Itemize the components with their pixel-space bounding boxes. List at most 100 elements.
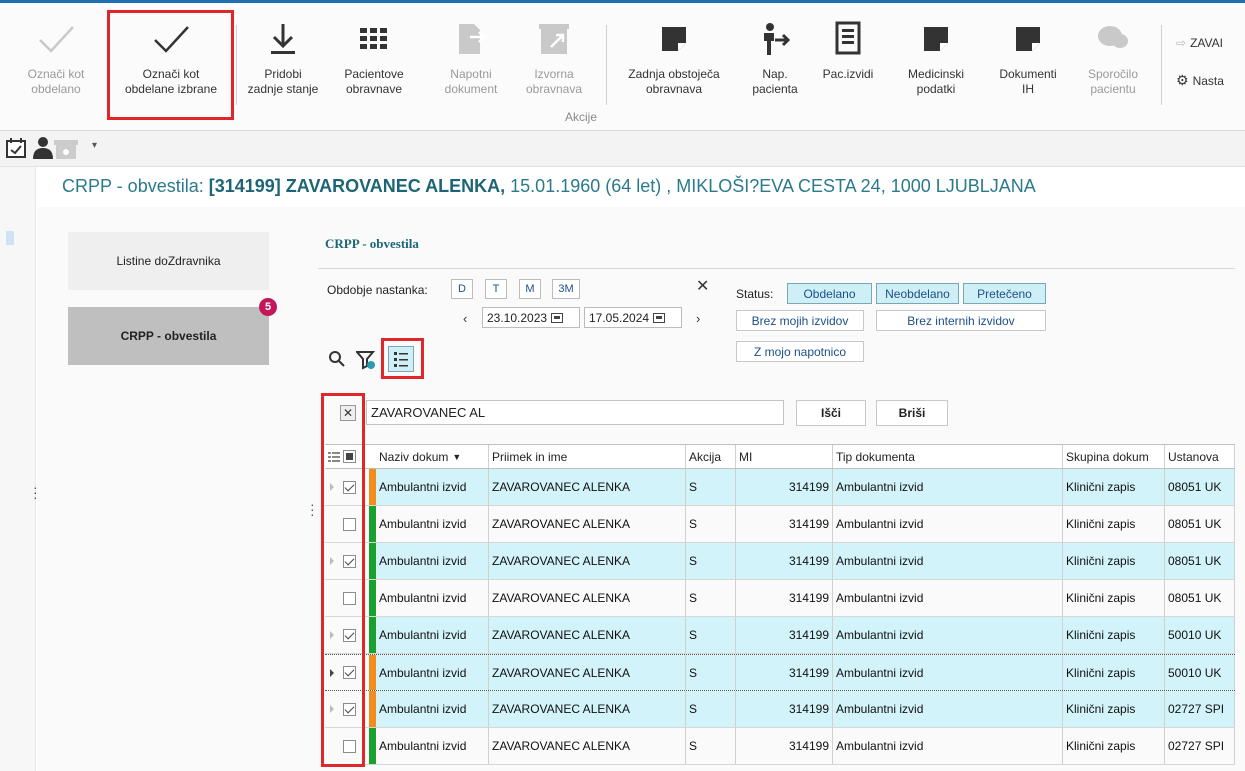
archive-icon[interactable] [54,138,78,163]
with-my-referral-button[interactable]: Z mojo napotnico [736,341,864,362]
table-row[interactable]: Ambulantni izvid ZAVAROVANEC ALENKA S 31419… [325,580,1235,617]
status-button-unprocessed[interactable]: Neobdelano [876,283,959,304]
ribbon-settings-item[interactable]: ⚙ Nasta [1176,72,1224,89]
without-my-reports-button[interactable]: Brez mojih izvidov [736,310,864,331]
patient-reports-button[interactable]: Pac.izvidi [812,17,884,121]
referral-document-label: Napotni dokument [444,67,498,96]
column-header-skupina[interactable]: Skupina dokum [1063,445,1165,468]
person-icon[interactable] [32,136,54,163]
status-button-processed[interactable]: Obdelano [787,283,872,304]
dropdown-icon[interactable]: ▾ [92,140,97,151]
last-existing-treatment-button[interactable]: Zadnja obstoječa obravnava [612,17,736,121]
cell-mi: 314199 [736,617,833,653]
cell-akcija: S [686,691,736,727]
patient-treatments-button[interactable]: Pacientove obravnave [334,17,414,121]
cell-ime: ZAVAROVANEC ALENKA [489,655,686,690]
column-header-ustanova[interactable]: Ustanova [1165,445,1235,468]
report-icon [835,17,861,61]
chevron-left-icon[interactable]: ‹ [463,311,467,326]
cell-ustanova: 50010 UK [1165,655,1235,690]
date-to-field[interactable]: 17.05.2024 [584,307,682,328]
ih-documents-button[interactable]: Dokumenti IH [988,17,1068,121]
cell-tip: Ambulantni izvid [833,506,1063,542]
referral-document-button[interactable]: Napotni dokument [436,17,506,121]
patient-reports-label: Pac.izvidi [822,67,874,81]
ih-documents-label: Dokumenti IH [999,67,1057,96]
table-row[interactable]: Ambulantni izvid ZAVAROVANEC ALENKA S 31419… [325,469,1235,506]
search-input[interactable] [366,400,784,425]
without-internal-reports-button[interactable]: Brez internih izvidov [876,310,1046,331]
calendar-icon[interactable] [551,312,564,323]
quick-access-bar: ▾ [0,131,1245,167]
cell-ime: ZAVAROVANEC ALENKA [489,469,686,505]
splitter-handle[interactable]: · · · [310,497,315,521]
table-row[interactable]: Ambulantni izvid ZAVAROVANEC ALENKA S 31419… [325,654,1235,691]
highlight-box [107,10,234,120]
cell-naziv: Ambulantni izvid [376,506,489,542]
cell-skupina: Klinični zapis [1063,728,1165,764]
cell-tip: Ambulantni izvid [833,580,1063,616]
get-latest-state-button[interactable]: Pridobi zadnje stanje [238,17,328,121]
sort-down-icon: ▼ [452,451,462,462]
cell-akcija: S [686,728,736,764]
cell-mi: 314199 [736,728,833,764]
sidebar-item-listine[interactable]: Listine doZdravnika [68,232,269,290]
cell-akcija: S [686,655,736,690]
message-patient-button[interactable]: Sporočilo pacientu [1076,17,1150,121]
column-header-akcija[interactable]: Akcija [686,445,736,468]
cell-skupina: Klinični zapis [1063,543,1165,579]
column-header-tip[interactable]: Tip dokumenta [833,445,1063,468]
source-document-icon [537,17,571,61]
left-strip [0,167,36,771]
status-color-stripe [369,728,376,764]
column-header-mi[interactable]: MI [736,445,833,468]
cell-akcija: S [686,617,736,653]
table-row[interactable]: Ambulantni izvid ZAVAROVANEC ALENKA S 31419… [325,543,1235,580]
cell-ime: ZAVAROVANEC ALENKA [489,580,686,616]
cell-naziv: Ambulantni izvid [376,655,489,690]
calendar-icon[interactable] [653,312,666,323]
filter-clear-icon[interactable] [354,350,376,373]
table-row[interactable]: Ambulantni izvid ZAVAROVANEC ALENKA S 31419… [325,728,1235,765]
period-button-day[interactable]: D [451,279,473,299]
source-treatment-label: Izvorna obravnava [525,67,583,96]
mark-processed-button[interactable]: Označi kot obdelano [18,17,94,121]
download-arrow-icon [268,17,298,61]
medical-data-label: Medicinski podatki [907,67,964,96]
page-title-patient: [314199] ZAVAROVANEC ALENKA, [208,176,506,196]
sidebar-item-crpp[interactable]: CRPP - obvestila [68,307,269,365]
medical-data-button[interactable]: Medicinski podatki [896,17,976,121]
cell-naziv: Ambulantni izvid [376,580,489,616]
period-button-3m[interactable]: 3M [552,279,580,299]
left-strip-marker [6,231,14,245]
patient-referral-button[interactable]: Nap. pacienta [744,17,806,121]
cell-skupina: Klinični zapis [1063,617,1165,653]
clear-button[interactable]: Briši [876,400,948,426]
table-row[interactable]: Ambulantni izvid ZAVAROVANEC ALENKA S 31419… [325,617,1235,654]
date-from-field[interactable]: 23.10.2023 [482,307,580,328]
period-button-week[interactable]: T [485,279,507,299]
ribbon-right-top-item[interactable]: ⇨ ZAVAI [1176,36,1223,50]
note-icon [921,17,951,61]
page-title-prefix: CRPP - obvestila: [62,176,204,196]
table-row[interactable]: Ambulantni izvid ZAVAROVANEC ALENKA S 31419… [325,691,1235,728]
clear-period-icon[interactable]: ✕ [696,276,709,296]
chevron-right-icon[interactable]: › [696,311,700,326]
column-header-naziv[interactable]: Naziv dokum ▼ [376,445,489,468]
status-button-expired[interactable]: Pretečeno [963,283,1046,304]
search-icon[interactable] [328,350,346,371]
table-row[interactable]: Ambulantni izvid ZAVAROVANEC ALENKA S 31419… [325,506,1235,543]
cell-tip: Ambulantni izvid [833,691,1063,727]
calendar-check-icon[interactable] [6,138,26,161]
period-button-month[interactable]: M [519,279,541,299]
column-header-ime[interactable]: Priimek in ime [489,445,686,468]
message-patient-label: Sporočilo pacientu [1087,67,1139,96]
source-treatment-button[interactable]: Izvorna obravnava [516,17,592,121]
cell-ime: ZAVAROVANEC ALENKA [489,543,686,579]
chat-bubble-icon [1096,17,1130,61]
cell-ustanova: 02727 SPI [1165,728,1235,764]
cell-ustanova: 08051 UK [1165,580,1235,616]
search-button[interactable]: Išči [796,400,866,426]
cell-ime: ZAVAROVANEC ALENKA [489,506,686,542]
period-label: Obdobje nastanka: [327,283,428,297]
